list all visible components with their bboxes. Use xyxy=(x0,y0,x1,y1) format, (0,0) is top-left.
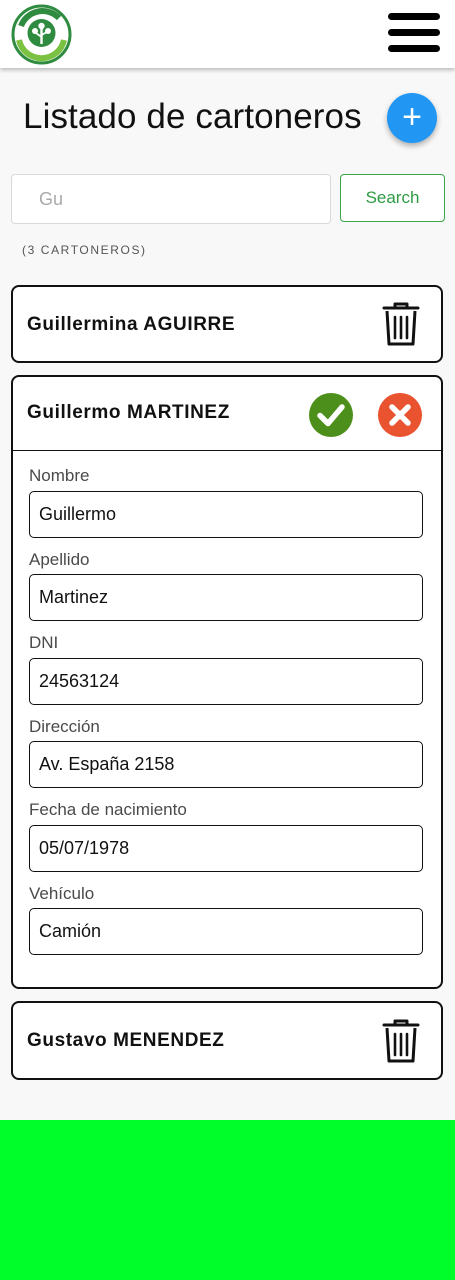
trash-icon[interactable] xyxy=(381,1018,421,1064)
field-label-fecha-nacimiento: Fecha de nacimiento xyxy=(29,800,187,819)
close-circle-icon[interactable] xyxy=(377,392,423,438)
footer-bar xyxy=(0,1120,455,1280)
add-cartonero-button[interactable]: + xyxy=(387,93,437,143)
results-count: (3 CARTONEROS) xyxy=(22,243,147,257)
cartonero-name: Guillermina AGUIRRE xyxy=(27,314,236,335)
fecha-nacimiento-field[interactable] xyxy=(29,825,423,872)
cartonero-card-expanded: Guillermo MARTINEZ Nombre Apellido DNI D… xyxy=(11,375,443,989)
top-bar xyxy=(0,0,455,68)
search-input[interactable] xyxy=(11,174,331,224)
field-label-vehiculo: Vehículo xyxy=(29,884,95,903)
vehiculo-field[interactable] xyxy=(29,908,423,955)
field-label-dni: DNI xyxy=(29,633,59,652)
cartonero-name: Gustavo MENENDEZ xyxy=(27,1030,225,1051)
page-title: Listado de cartoneros xyxy=(23,97,362,136)
field-label-nombre: Nombre xyxy=(29,466,90,485)
trash-icon[interactable] xyxy=(381,301,421,347)
cartonero-name: Guillermo MARTINEZ xyxy=(27,402,230,423)
nombre-field[interactable] xyxy=(29,491,423,538)
check-circle-icon[interactable] xyxy=(308,392,354,438)
card-divider xyxy=(13,450,441,451)
logo-icon[interactable] xyxy=(11,4,72,65)
field-label-direccion: Dirección xyxy=(29,717,100,736)
dni-field[interactable] xyxy=(29,658,423,705)
search-button[interactable]: Search xyxy=(340,174,445,222)
cartonero-card[interactable]: Gustavo MENENDEZ xyxy=(11,1001,443,1080)
hamburger-menu-icon[interactable] xyxy=(388,13,440,53)
cartonero-card[interactable]: Guillermina AGUIRRE xyxy=(11,285,443,363)
field-label-apellido: Apellido xyxy=(29,550,90,569)
apellido-field[interactable] xyxy=(29,574,423,621)
direccion-field[interactable] xyxy=(29,741,423,788)
